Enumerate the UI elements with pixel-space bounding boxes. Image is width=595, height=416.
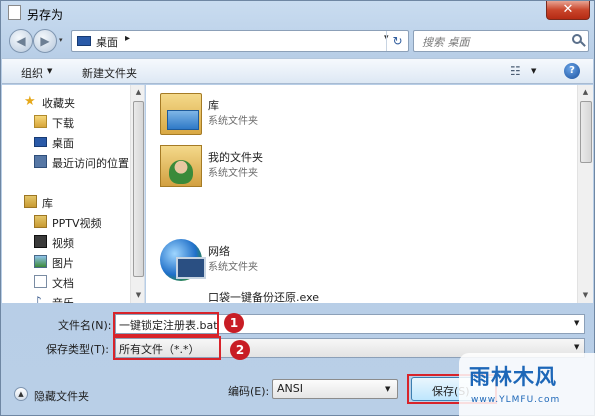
watermark-text: 雨林木风 [469, 365, 557, 389]
search-icon[interactable] [572, 34, 582, 44]
sidebar-item-label: 下载 [52, 117, 74, 130]
list-item-backup-exe[interactable]: 口袋一键备份还原.exe [160, 285, 560, 303]
encoding-value: ANSI [277, 382, 303, 395]
filetype-highlight [113, 336, 221, 360]
filename-label: 文件名(N): [58, 319, 112, 332]
list-item-my-folder[interactable]: 我的文件夹 系统文件夹 [160, 145, 560, 189]
chevron-up-icon: ▲ [14, 387, 28, 401]
music-icon: ♪ [34, 294, 42, 303]
sidebar-item-label: PPTV视频 [52, 217, 102, 230]
title-bar[interactable]: 另存为 ✕ [1, 1, 594, 25]
watermark-logo: 雨林木风 www.YLMFU.com [459, 353, 595, 416]
refresh-button[interactable]: ↻ [386, 31, 408, 51]
step-marker-1: 1 [224, 313, 244, 333]
search-placeholder: 搜索 桌面 [422, 36, 470, 49]
pictures-icon [34, 255, 47, 268]
file-name: 我的文件夹 [208, 151, 263, 164]
sidebar-item-label: 图片 [52, 257, 74, 270]
hide-folders-label: 隐藏文件夹 [34, 390, 89, 403]
recent-places-icon [34, 155, 47, 168]
navigation-pane: ★ 收藏夹 下载 桌面 最近访问的位置 库 PPTV视频 视频 图片 文档 ♪ … [2, 85, 145, 303]
organize-dropdown-icon[interactable]: ▼ [47, 67, 52, 75]
desktop-icon [77, 36, 91, 46]
sidebar-item-label: 最近访问的位置 [52, 157, 129, 170]
file-type: 系统文件夹 [208, 168, 258, 179]
file-name: 库 [208, 99, 219, 112]
file-name: 口袋一键备份还原.exe [208, 291, 320, 303]
chevron-down-icon[interactable]: ▼ [574, 319, 579, 327]
sidebar-item-label: 桌面 [52, 137, 74, 150]
back-button[interactable]: ◀ [9, 29, 33, 53]
breadcrumb-chevron-icon[interactable]: ▸ [125, 33, 130, 44]
save-as-dialog: 另存为 ✕ ◀ ▶ ▾ 桌面 ▸ ▾ ↻ 搜索 桌面 组织 ▼ 新建文件夹 ☷ … [0, 0, 595, 416]
watermark-url: www.YLMFU.com [471, 395, 561, 405]
recent-pages-dropdown[interactable]: ▾ [59, 36, 63, 44]
address-bar[interactable]: 桌面 ▸ ▾ [71, 30, 409, 52]
forward-button[interactable]: ▶ [33, 29, 57, 53]
sidebar-item-label: 库 [42, 197, 53, 210]
encoding-select[interactable]: ANSI ▼ [272, 379, 398, 399]
list-item-network[interactable]: 网络 系统文件夹 [160, 239, 560, 283]
encoding-label: 编码(E): [228, 385, 270, 398]
sidebar-item-label: 视频 [52, 237, 74, 250]
file-type: 系统文件夹 [208, 116, 258, 127]
downloads-icon [34, 115, 47, 128]
view-dropdown-icon[interactable]: ▼ [531, 67, 536, 75]
file-type: 系统文件夹 [208, 262, 258, 273]
notepad-icon [8, 5, 21, 20]
scroll-down-icon[interactable]: ▼ [578, 288, 593, 303]
scrollbar-thumb[interactable] [133, 101, 144, 277]
file-list: 库 系统文件夹 我的文件夹 系统文件夹 网络 系统文件夹 口袋一键备份还原.ex… [146, 85, 593, 303]
organize-button[interactable]: 组织 [21, 65, 43, 81]
scroll-up-icon[interactable]: ▲ [131, 85, 144, 100]
close-button[interactable]: ✕ [546, 1, 590, 20]
library-folder-icon [160, 93, 202, 135]
chevron-down-icon: ▼ [385, 385, 391, 393]
list-item-libraries[interactable]: 库 系统文件夹 [160, 93, 560, 137]
network-icon [160, 239, 206, 281]
sidebar-item-label: 文档 [52, 277, 74, 290]
command-bar: 组织 ▼ 新建文件夹 ☷ ▼ ? [2, 58, 593, 84]
sidebar-item-label: 音乐 [52, 295, 74, 303]
star-icon: ★ [24, 94, 36, 109]
view-options-icon[interactable]: ☷ [510, 64, 521, 78]
breadcrumb-desktop[interactable]: 桌面 [96, 34, 118, 50]
desktop-icon [34, 137, 47, 147]
step-marker-2: 2 [230, 340, 250, 360]
filetype-label: 保存类型(T): [46, 343, 110, 356]
scroll-up-icon[interactable]: ▲ [578, 85, 593, 100]
navigation-scrollbar[interactable]: ▲ ▼ [130, 85, 144, 303]
video-folder-icon [34, 215, 47, 228]
new-folder-button[interactable]: 新建文件夹 [82, 65, 137, 81]
help-button[interactable]: ? [564, 63, 580, 79]
user-folder-icon [160, 145, 202, 187]
videos-icon [34, 235, 47, 248]
documents-icon [34, 275, 47, 288]
sidebar-item-label: 收藏夹 [42, 97, 75, 110]
scroll-down-icon[interactable]: ▼ [131, 288, 144, 303]
file-name: 网络 [208, 245, 230, 258]
window-title: 另存为 [27, 8, 64, 22]
search-input[interactable]: 搜索 桌面 [413, 30, 589, 52]
file-list-scrollbar[interactable]: ▲ ▼ [577, 85, 593, 303]
chevron-down-icon[interactable]: ▼ [574, 343, 579, 351]
filename-highlight [113, 312, 219, 336]
library-icon [24, 195, 37, 208]
scrollbar-thumb[interactable] [580, 101, 592, 163]
